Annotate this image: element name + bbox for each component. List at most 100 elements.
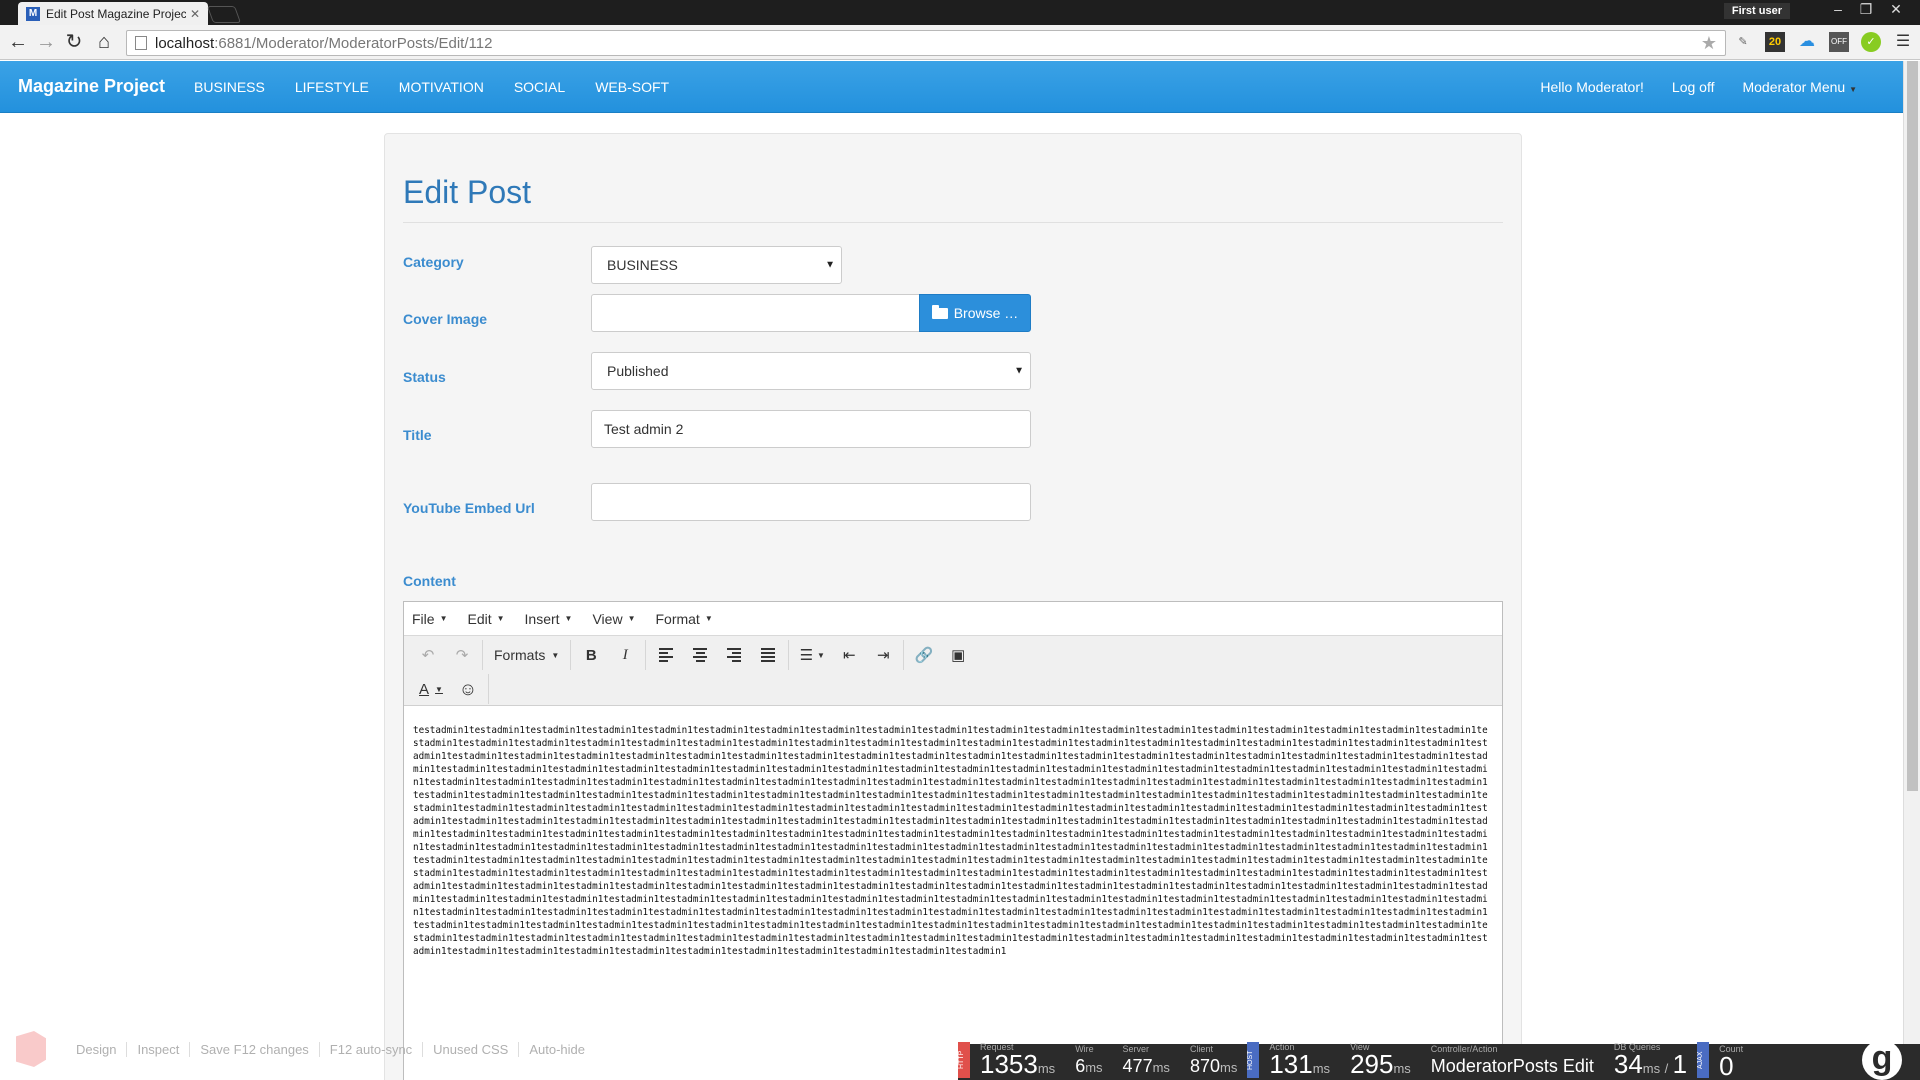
extension-badge-icon[interactable]: 20 (1765, 32, 1785, 52)
text-color-glyph: A (419, 680, 430, 698)
moderator-menu-dropdown[interactable]: Moderator Menu ▼ (1742, 79, 1857, 95)
new-tab-button[interactable] (206, 6, 242, 23)
site-navbar: Magazine Project BUSINESS LIFESTYLE MOTI… (0, 61, 1903, 113)
off-extension-icon[interactable]: OFF (1829, 32, 1849, 52)
url-path: :6881/Moderator/ModeratorPosts/Edit/112 (214, 34, 493, 52)
redo-icon[interactable]: ↷ (445, 641, 479, 669)
chrome-menu-icon[interactable]: ☰ (1893, 32, 1913, 52)
ok-extension-icon[interactable]: ✓ (1861, 32, 1881, 52)
nav-lifestyle[interactable]: LIFESTYLE (295, 79, 369, 95)
greeting-link[interactable]: Hello Moderator! (1540, 79, 1644, 95)
menu-format[interactable]: Format ▼ (655, 611, 712, 627)
we-f12-autosync[interactable]: F12 auto-sync (320, 1041, 424, 1057)
page-scrollbar[interactable] (1903, 61, 1920, 1080)
browse-button[interactable]: Browse … (919, 294, 1031, 332)
brand-link[interactable]: Magazine Project (18, 76, 165, 97)
chevron-down-icon: ▼ (564, 614, 573, 623)
glimpse-client[interactable]: Client 870ms (1190, 1044, 1237, 1078)
menu-view[interactable]: View ▼ (592, 611, 635, 627)
align-left-icon[interactable] (649, 641, 683, 669)
forward-icon[interactable]: → (34, 31, 58, 53)
formats-dropdown[interactable]: Formats ▼ (486, 641, 567, 669)
align-justify-icon[interactable] (751, 641, 785, 669)
glimpse-request-unit: ms (1037, 1061, 1056, 1076)
profile-button[interactable]: First user (1723, 3, 1790, 19)
browse-button-label: Browse … (953, 305, 1019, 321)
we-save-f12[interactable]: Save F12 changes (190, 1041, 320, 1057)
glimpse-server[interactable]: Server 477ms (1123, 1044, 1170, 1078)
glimpse-http-tag: HTTP (958, 1042, 970, 1078)
browser-tab[interactable]: M Edit Post Magazine Projec ✕ (18, 2, 208, 25)
home-icon[interactable]: ⌂ (92, 31, 116, 53)
web-essentials-logo-icon (16, 1031, 46, 1067)
nav-business[interactable]: BUSINESS (194, 79, 265, 95)
chevron-down-icon: ▼ (817, 650, 825, 660)
cover-image-input[interactable] (591, 294, 920, 332)
nav-web-soft[interactable]: WEB-SOFT (595, 79, 669, 95)
menu-format-label: Format (655, 610, 700, 627)
logoff-link[interactable]: Log off (1672, 79, 1715, 95)
glimpse-wire-value: 6 (1075, 1056, 1086, 1076)
menu-edit[interactable]: Edit ▼ (467, 611, 504, 627)
tab-title: Edit Post Magazine Projec (46, 6, 186, 21)
glimpse-ajax[interactable]: Count 0 (1719, 1044, 1743, 1079)
address-bar[interactable]: localhost:6881/Moderator/ModeratorPosts/… (126, 30, 1726, 56)
undo-icon[interactable]: ↶ (411, 641, 445, 669)
glimpse-wire-label: Wire (1075, 1044, 1094, 1054)
back-icon[interactable]: ← (6, 31, 30, 53)
editor-content[interactable]: testadmin1testadmin1testadmin1testadmin1… (404, 706, 1502, 1046)
we-unused-css[interactable]: Unused CSS (423, 1041, 520, 1057)
minimize-icon[interactable]: – (1824, 0, 1852, 18)
glimpse-hud: HTTP Request 1353ms Wire 6ms Server 477m… (958, 1040, 1920, 1080)
italic-icon[interactable]: I (608, 641, 642, 669)
page-viewport: Magazine Project BUSINESS LIFESTYLE MOTI… (0, 61, 1920, 1080)
category-selected-value: BUSINESS (607, 257, 678, 273)
glimpse-controller[interactable]: Controller/Action ModeratorPosts Edit (1431, 1044, 1594, 1078)
scrollbar-thumb[interactable] (1907, 61, 1918, 791)
status-select[interactable]: Published ▼ (591, 352, 1031, 390)
chevron-down-icon: ▼ (1849, 85, 1857, 94)
menu-insert[interactable]: Insert ▼ (525, 611, 573, 627)
text-color-icon[interactable]: A ▼ (411, 675, 451, 703)
image-icon[interactable]: ▣ (941, 641, 975, 669)
close-window-icon[interactable]: ✕ (1882, 0, 1910, 18)
bullet-list-icon[interactable]: ☰ ▼ (792, 641, 832, 669)
we-auto-hide[interactable]: Auto-hide (519, 1042, 595, 1057)
title-input[interactable]: Test admin 2 (591, 410, 1031, 448)
chevron-down-icon: ▼ (627, 614, 636, 623)
reload-icon[interactable]: ↻ (62, 31, 86, 53)
glimpse-request[interactable]: Request 1353ms (980, 1042, 1055, 1078)
select-caret-icon: ▼ (825, 259, 835, 271)
link-icon[interactable]: 🔗 (907, 641, 941, 669)
restore-icon[interactable]: ❐ (1852, 0, 1880, 18)
glimpse-view[interactable]: View 295ms (1350, 1042, 1411, 1078)
glimpse-client-value: 870 (1189, 1056, 1220, 1076)
glimpse-logo-icon[interactable]: g (1862, 1040, 1902, 1080)
bookmark-star-icon[interactable]: ★ (1701, 33, 1717, 54)
we-inspect[interactable]: Inspect (127, 1041, 191, 1057)
outdent-icon[interactable]: ⇤ (832, 641, 866, 669)
emoticons-icon[interactable]: ☺ (451, 675, 485, 703)
indent-icon[interactable]: ⇥ (866, 641, 900, 669)
glimpse-db[interactable]: DB Queries 34ms / 1 (1614, 1042, 1687, 1078)
cloud-icon[interactable]: ☁ (1797, 32, 1817, 52)
youtube-url-input[interactable] (591, 483, 1031, 521)
status-label: Status (403, 369, 446, 385)
pen-extension-icon[interactable]: ✎ (1733, 32, 1753, 52)
nav-social[interactable]: SOCIAL (514, 79, 565, 95)
content-label: Content (403, 573, 456, 589)
align-center-icon[interactable] (683, 641, 717, 669)
menu-file[interactable]: File ▼ (412, 611, 447, 627)
tab-close-icon[interactable]: ✕ (190, 7, 200, 21)
align-right-icon[interactable] (717, 641, 751, 669)
we-design[interactable]: Design (66, 1041, 128, 1057)
nav-motivation[interactable]: MOTIVATION (399, 79, 484, 95)
category-select[interactable]: BUSINESS ▼ (591, 246, 842, 284)
glimpse-db-unit: ms (1642, 1061, 1661, 1076)
align-right-glyph (727, 648, 742, 662)
glimpse-action[interactable]: Action 131ms (1269, 1042, 1330, 1078)
bold-icon[interactable]: B (574, 641, 608, 669)
menu-file-label: File (412, 610, 435, 627)
glimpse-wire[interactable]: Wire 6ms (1075, 1044, 1102, 1078)
title-label: Title (403, 427, 432, 443)
